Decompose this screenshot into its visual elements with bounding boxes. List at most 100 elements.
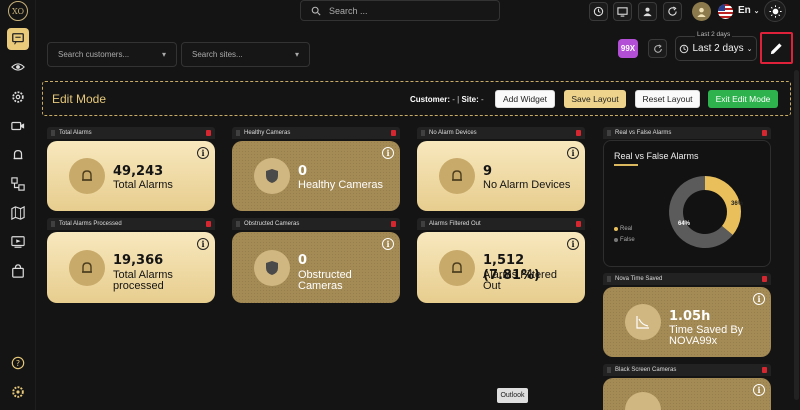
- global-search[interactable]: Search ...: [300, 0, 500, 21]
- us-flag-icon[interactable]: [718, 4, 733, 19]
- drag-handle-icon[interactable]: [607, 130, 611, 136]
- trash-icon[interactable]: [391, 221, 396, 227]
- chevron-down-icon: ▾: [294, 50, 299, 59]
- trash-icon[interactable]: [576, 221, 581, 227]
- bell-icon: [439, 249, 475, 286]
- refresh-button[interactable]: [648, 39, 667, 58]
- camera-icon[interactable]: [9, 117, 27, 135]
- date-range-select[interactable]: Last 2 days ⌄: [675, 36, 757, 61]
- eye-icon[interactable]: [9, 58, 27, 76]
- chevron-down-icon: ▾: [161, 50, 166, 59]
- add-widget-button[interactable]: Add Widget: [495, 90, 555, 108]
- trash-icon[interactable]: [762, 367, 767, 373]
- drag-handle-icon[interactable]: [51, 221, 55, 227]
- widget-title: Nova Time Saved: [615, 276, 663, 282]
- metric-value: 0: [298, 164, 308, 179]
- drag-handle-icon[interactable]: [421, 130, 425, 136]
- metric-value: 9: [483, 164, 493, 179]
- metric-label: Total Alarms: [113, 179, 173, 191]
- tooltip: Outlook: [497, 388, 528, 403]
- language-selector[interactable]: En ⌄: [738, 5, 759, 16]
- metric-label-line2: Out: [483, 280, 501, 292]
- trash-icon[interactable]: [762, 276, 767, 282]
- widget-title: Real vs False Alarms: [615, 130, 672, 136]
- help-icon[interactable]: ?: [9, 354, 27, 372]
- svg-text:?: ?: [16, 359, 20, 368]
- drag-handle-icon[interactable]: [51, 130, 55, 136]
- bag-icon[interactable]: [9, 262, 27, 280]
- bell-icon[interactable]: [9, 146, 27, 164]
- info-icon[interactable]: i: [197, 147, 209, 159]
- metric-label-line2: NOVA99x: [669, 335, 718, 347]
- theme-toggle-button[interactable]: [764, 0, 786, 22]
- site-select-placeholder: Search sites...: [192, 50, 243, 59]
- map-icon[interactable]: [9, 204, 27, 222]
- info-icon[interactable]: i: [382, 238, 394, 250]
- donut-label-real: 36%: [731, 201, 744, 207]
- widget-header-black-screen-cameras[interactable]: Black Screen Cameras: [603, 364, 771, 376]
- reset-layout-button[interactable]: Reset Layout: [635, 90, 700, 108]
- black-screen-cameras-card: i: [603, 378, 771, 410]
- widget-header-alarms-filtered-out[interactable]: Alarms Filtered Out: [417, 218, 585, 230]
- info-icon[interactable]: i: [753, 293, 765, 305]
- legend-real: Real: [614, 226, 632, 232]
- sidebar-dashboard-icon[interactable]: [7, 28, 29, 50]
- widget-header-total-alarms-processed[interactable]: Total Alarms Processed: [47, 218, 215, 230]
- widget-header-real-vs-false[interactable]: Real vs False Alarms: [603, 127, 771, 139]
- drag-handle-icon[interactable]: [236, 221, 240, 227]
- sidebar: XO ?: [0, 0, 36, 410]
- widget-title: No Alarm Devices: [429, 130, 477, 136]
- obstructed-cameras-card: 0 Obstructed Cameras i: [232, 232, 400, 303]
- save-layout-button[interactable]: Save Layout: [564, 90, 626, 108]
- monitor-button[interactable]: [613, 2, 632, 21]
- avatar[interactable]: [692, 2, 711, 21]
- info-icon[interactable]: i: [567, 238, 579, 250]
- widget-title: Black Screen Cameras: [615, 367, 677, 373]
- trash-icon[interactable]: [206, 130, 211, 136]
- widget-title: Total Alarms Processed: [59, 221, 122, 227]
- alarms-filtered-out-card: 1,512 (7.81%) Alarms Filtered Out i: [417, 232, 585, 303]
- widget-header-total-alarms[interactable]: Total Alarms: [47, 127, 215, 139]
- metric-label: Healthy Cameras: [298, 179, 383, 191]
- trash-icon[interactable]: [762, 130, 767, 136]
- user-button[interactable]: [638, 2, 657, 21]
- donut-slice-real[interactable]: [704, 176, 741, 235]
- trash-icon[interactable]: [391, 130, 396, 136]
- search-icon: [311, 6, 321, 16]
- drag-handle-icon[interactable]: [421, 221, 425, 227]
- customer-select[interactable]: Search customers... ▾: [47, 42, 177, 67]
- pencil-icon: [770, 42, 782, 54]
- donut-label-false: 64%: [678, 221, 691, 227]
- info-icon[interactable]: i: [382, 147, 394, 159]
- trash-icon[interactable]: [206, 221, 211, 227]
- gear-icon[interactable]: [9, 88, 27, 106]
- clock-button[interactable]: [589, 2, 608, 21]
- page-scrollbar[interactable]: [794, 70, 799, 400]
- nova-99x-badge[interactable]: 99X: [618, 39, 638, 58]
- edit-layout-button[interactable]: [760, 32, 793, 64]
- refresh-top-button[interactable]: [663, 2, 682, 21]
- settings-gear-icon[interactable]: [9, 383, 27, 401]
- info-icon[interactable]: i: [567, 147, 579, 159]
- widget-header-obstructed-cameras[interactable]: Obstructed Cameras: [232, 218, 400, 230]
- network-icon[interactable]: [9, 175, 27, 193]
- metric-value: 0: [298, 253, 308, 268]
- trash-icon[interactable]: [576, 130, 581, 136]
- video-playback-icon[interactable]: [9, 233, 27, 251]
- widget-header-healthy-cameras[interactable]: Healthy Cameras: [232, 127, 400, 139]
- drag-handle-icon[interactable]: [607, 276, 611, 282]
- drag-handle-icon[interactable]: [607, 367, 611, 373]
- drag-handle-icon[interactable]: [236, 130, 240, 136]
- language-label: En: [738, 5, 751, 16]
- search-placeholder: Search ...: [329, 5, 368, 16]
- site-select[interactable]: Search sites... ▾: [181, 42, 310, 67]
- info-icon[interactable]: i: [197, 238, 209, 250]
- info-icon[interactable]: i: [753, 384, 765, 396]
- widget-header-nova-time-saved[interactable]: Nova Time Saved: [603, 273, 771, 285]
- exit-edit-mode-button[interactable]: Exit Edit Mode: [708, 90, 778, 108]
- camera-icon: [625, 392, 661, 410]
- widget-header-no-alarm-devices[interactable]: No Alarm Devices: [417, 127, 585, 139]
- chevron-down-icon: ⌄: [746, 45, 753, 53]
- site-value: -: [481, 95, 484, 104]
- sun-icon: [768, 4, 782, 18]
